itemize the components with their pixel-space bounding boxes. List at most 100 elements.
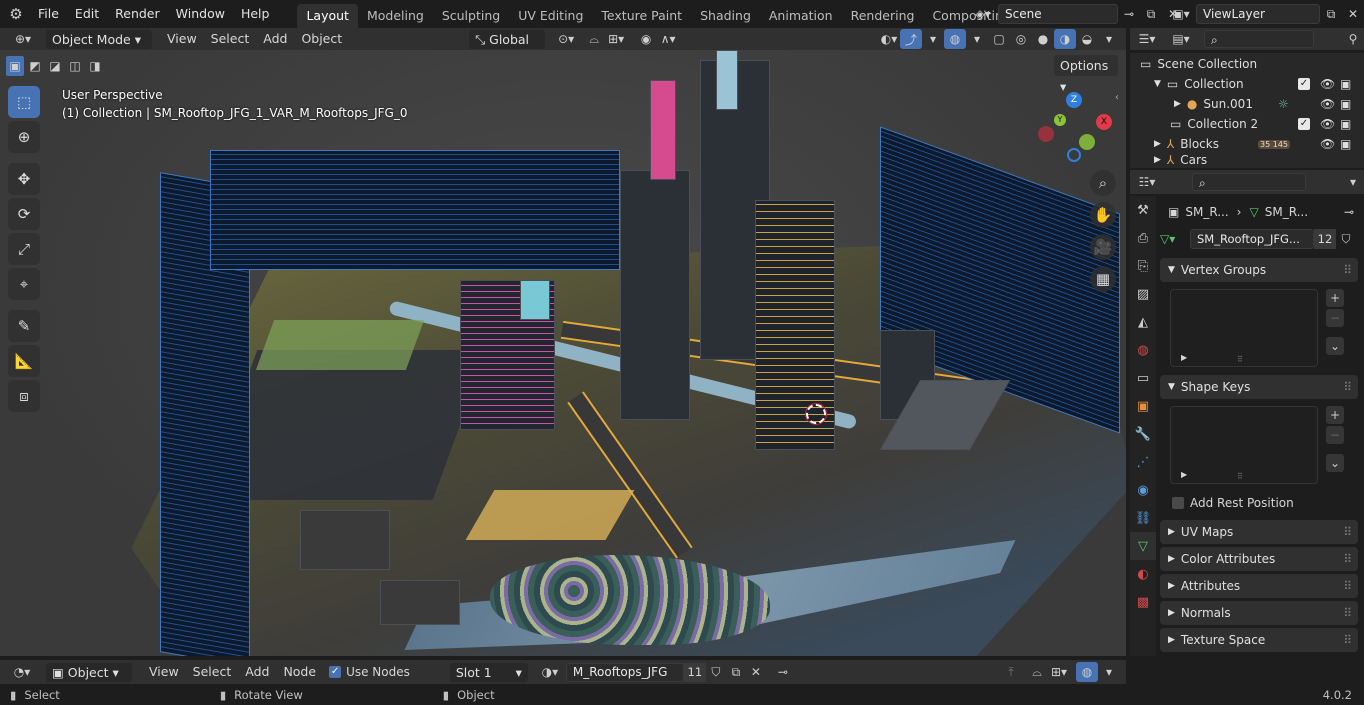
tab-texture-paint[interactable]: Texture Paint — [592, 4, 691, 28]
eye-icon[interactable]: 👁 — [1320, 77, 1335, 91]
neg-y-axis-icon[interactable] — [1079, 134, 1095, 150]
scene-icon[interactable]: ◈▾ — [968, 4, 998, 24]
add-vertex-group-button[interactable]: + — [1326, 289, 1344, 307]
mesh-browse-icon[interactable]: ▽▾ — [1160, 232, 1190, 246]
sidebar-toggle-icon[interactable]: ‹ — [1115, 92, 1119, 103]
mesh-name-field[interactable]: SM_Rooftop_JFG... — [1190, 229, 1314, 249]
fake-user-icon[interactable]: ⛉ — [1336, 229, 1356, 249]
drag-handle-icon[interactable]: ⠿ — [1343, 579, 1352, 593]
scene-tab-icon[interactable]: ◭ — [1130, 308, 1156, 336]
mesh-data-tab-icon[interactable]: ▽ — [1130, 532, 1156, 560]
neg-z-axis-icon[interactable] — [1067, 148, 1081, 162]
overlay-toggle-icon[interactable]: ◍ — [944, 29, 966, 49]
3d-viewport[interactable]: User Perspective (1) Collection | SM_Roo… — [0, 50, 1126, 656]
output-tab-icon[interactable]: ⎘ — [1130, 252, 1156, 280]
camera-icon[interactable]: ▣ — [1340, 137, 1351, 151]
blender-logo-icon[interactable]: ⚙ — [2, 4, 30, 24]
eye-icon[interactable]: 👁 — [1320, 97, 1335, 111]
remove-shape-key-button[interactable]: − — [1326, 426, 1344, 444]
editor-type-icon[interactable]: ⊕▾ — [4, 29, 42, 49]
object-tab-icon[interactable]: ▣ — [1130, 392, 1156, 420]
3d-cursor-icon[interactable] — [805, 403, 827, 425]
resize-handle-icon[interactable]: ⠿ — [1237, 355, 1243, 364]
mode-dropdown[interactable]: Object Mode ▾ — [46, 29, 152, 49]
panel-texture-space[interactable]: ▶ Texture Space ⠿ — [1160, 628, 1358, 652]
camera-icon[interactable]: ▣ — [1340, 77, 1351, 91]
vertex-group-specials-button[interactable]: ⌄ — [1326, 337, 1344, 355]
constraints-tab-icon[interactable]: ⛓ — [1130, 504, 1156, 532]
tab-animation[interactable]: Animation — [760, 4, 842, 28]
outliner-row-sun[interactable]: ▶ ● Sun.001 ☼ 👁 ▣ — [1130, 94, 1364, 114]
menu-render[interactable]: Render — [107, 0, 168, 28]
select-intersect-icon[interactable]: ◨ — [86, 56, 104, 76]
orientation-dropdown[interactable]: ⤡ Global ▾ — [469, 29, 546, 66]
duplicate-material-icon[interactable]: ⧉ — [726, 662, 746, 682]
z-axis-icon[interactable]: Z — [1066, 92, 1082, 108]
menu-help[interactable]: Help — [233, 0, 278, 28]
panel-vertex-groups[interactable]: ▼ Vertex Groups ⠿ — [1160, 258, 1358, 282]
outliner-row-cars[interactable]: ▶ ⅄ Cars — [1130, 154, 1364, 166]
rotate-tool-icon[interactable]: ⟳ — [8, 198, 40, 230]
filter-icon[interactable]: ⚲ — [1342, 29, 1364, 49]
drag-handle-icon[interactable]: ⠿ — [1343, 606, 1352, 620]
use-nodes-toggle[interactable]: ✓ Use Nodes — [329, 665, 410, 679]
shape-keys-list[interactable]: ▶ ⠿ — [1170, 406, 1318, 484]
xray-icon[interactable]: ▢ — [988, 29, 1010, 49]
use-nodes-checkbox[interactable]: ✓ — [329, 666, 342, 678]
drag-handle-icon[interactable]: ⠿ — [1343, 263, 1352, 277]
outliner-search-input[interactable]: ⌕ — [1204, 30, 1314, 48]
viewlayer-field[interactable]: ViewLayer — [1196, 4, 1320, 24]
x-axis-icon[interactable]: X — [1096, 114, 1112, 130]
move-tool-icon[interactable]: ✥ — [8, 163, 40, 195]
viewlayer-icon[interactable]: ▣▾ — [1166, 4, 1196, 24]
panel-color-attributes[interactable]: ▶ Color Attributes ⠿ — [1160, 547, 1358, 571]
texture-tab-icon[interactable]: ▩ — [1130, 588, 1156, 616]
scale-tool-icon[interactable]: ⤢ — [8, 233, 40, 265]
snap-target-icon[interactable]: ⊞▾ — [1048, 662, 1070, 682]
neg-x-axis-icon[interactable] — [1038, 126, 1054, 142]
snap-target-icon[interactable]: ⊞▾ — [605, 29, 627, 49]
drag-handle-icon[interactable]: ⠿ — [1343, 525, 1352, 539]
solid-shading-icon[interactable]: ● — [1032, 29, 1054, 49]
parent-node-icon[interactable]: ⤒ — [1000, 662, 1022, 682]
scene-field[interactable]: Scene — [998, 4, 1118, 24]
vertex-groups-list[interactable]: ▶ ⠿ — [1170, 289, 1318, 367]
mesh-users-count[interactable]: 12 — [1314, 229, 1336, 249]
properties-options-icon[interactable]: ▾ — [1342, 172, 1364, 192]
pan-hand-icon[interactable]: ✋ — [1090, 202, 1116, 228]
select-extend-icon[interactable]: ◩ — [26, 56, 44, 76]
tool-tab-icon[interactable]: ⚒ — [1130, 196, 1156, 224]
outliner-row-scene-collection[interactable]: ▭ Scene Collection — [1130, 54, 1364, 74]
expand-filter-icon[interactable]: ▶ — [1181, 470, 1187, 479]
material-browse-icon[interactable]: ◑▾ — [534, 662, 566, 682]
menu-window[interactable]: Window — [168, 0, 233, 28]
expand-icon[interactable]: ▶ — [1154, 139, 1161, 149]
material-users-count[interactable]: 11 — [683, 662, 706, 682]
y-axis-icon[interactable]: Y — [1054, 114, 1066, 126]
falloff-icon[interactable]: ∧▾ — [657, 29, 679, 49]
gizmo-toggle-icon[interactable]: ⤴ — [900, 29, 922, 49]
pin-icon[interactable]: ⊸ — [1344, 205, 1354, 219]
shader-type-dropdown[interactable]: ▣ Object ▾ — [46, 662, 132, 682]
sun-data-icon[interactable]: ☼ — [1278, 97, 1289, 111]
measure-tool-icon[interactable]: 📐 — [8, 345, 40, 377]
pivot-icon[interactable]: ⊙▾ — [555, 29, 577, 49]
camera-icon[interactable]: ▣ — [1340, 97, 1351, 111]
expand-icon[interactable]: ▶ — [1154, 155, 1161, 165]
menu-select[interactable]: Select — [204, 28, 257, 50]
outliner-row-blocks[interactable]: ▶ ⅄ Blocks 35 145 👁 ▣ — [1130, 134, 1364, 154]
node-menu-add[interactable]: Add — [238, 661, 276, 683]
view-layer-tab-icon[interactable]: ▨ — [1130, 280, 1156, 308]
panel-normals[interactable]: ▶ Normals ⠿ — [1160, 601, 1358, 625]
render-tab-icon[interactable]: ⎙ — [1130, 224, 1156, 252]
ortho-grid-icon[interactable]: ▦ — [1090, 266, 1116, 292]
node-menu-view[interactable]: View — [142, 661, 186, 683]
node-menu-select[interactable]: Select — [186, 661, 239, 683]
drag-handle-icon[interactable]: ⠿ — [1343, 380, 1352, 394]
drag-handle-icon[interactable]: ⠿ — [1343, 552, 1352, 566]
overlay-toggle-icon[interactable]: ◍ — [1076, 662, 1098, 682]
overlay-dropdown-icon[interactable]: ▾ — [966, 29, 988, 49]
outliner-row-collection-2[interactable]: ▭ Collection 2 ✓ 👁 ▣ — [1130, 114, 1364, 134]
menu-view[interactable]: View — [160, 28, 204, 50]
select-subtract-icon[interactable]: ◪ — [46, 56, 64, 76]
